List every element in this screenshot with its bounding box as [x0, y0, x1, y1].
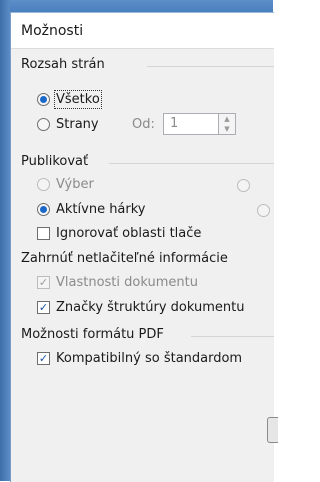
- ok-button[interactable]: [267, 417, 278, 443]
- spin-down-icon[interactable]: ▼: [219, 124, 235, 134]
- window-title-strip: [0, 0, 273, 12]
- options-dialog: Možnosti Rozsah strán Všetko Strany Od: …: [10, 12, 278, 482]
- struct-tags-option[interactable]: ✓ Značky štruktúry dokumentu: [37, 300, 244, 315]
- pdf-compatible-option[interactable]: ✓ Kompatibilný so štandardom: [37, 351, 242, 366]
- publish-selection-option[interactable]: Výber: [37, 177, 94, 192]
- range-divider: [147, 66, 274, 67]
- range-all-label: Všetko: [54, 90, 102, 109]
- publish-heading: Publikovať: [21, 154, 89, 169]
- pdf-compatible-label: Kompatibilný so štandardom: [56, 351, 243, 366]
- publish-selection-radio[interactable]: [37, 178, 50, 191]
- ignore-print-areas-label: Ignorovať oblasti tlače: [56, 226, 202, 241]
- range-from-label: Od:: [132, 117, 155, 132]
- pdf-heading: Možnosti formátu PDF: [21, 327, 164, 342]
- nonprint-heading: Zahrnúť netlačiteľné informácie: [21, 251, 228, 266]
- ignore-print-areas-option[interactable]: Ignorovať oblasti tlače: [37, 226, 201, 241]
- publish-active-sheets-label: Aktívne hárky: [56, 202, 146, 217]
- range-heading: Rozsah strán: [21, 57, 105, 72]
- range-pages-option[interactable]: Strany: [37, 117, 99, 132]
- ignore-print-areas-checkbox[interactable]: [37, 227, 50, 240]
- publish-selection-label: Výber: [56, 177, 94, 192]
- doc-props-option[interactable]: ✓ Vlastnosti dokumentu: [37, 275, 198, 290]
- pdf-compatible-checkbox[interactable]: ✓: [37, 352, 50, 365]
- range-from-input[interactable]: 1: [163, 113, 219, 135]
- window-frame: [0, 0, 10, 481]
- range-pages-label: Strany: [56, 117, 99, 132]
- publish-table-radio[interactable]: [257, 204, 270, 217]
- pdf-divider: [191, 336, 274, 337]
- doc-props-label: Vlastnosti dokumentu: [56, 275, 198, 290]
- spin-up-icon[interactable]: ▲: [219, 114, 235, 124]
- publish-active-sheets-radio[interactable]: [37, 203, 50, 216]
- range-all-option[interactable]: Všetko: [37, 90, 102, 109]
- publish-divider: [109, 163, 274, 164]
- dialog-title: Možnosti: [11, 13, 274, 49]
- struct-tags-checkbox[interactable]: ✓: [37, 301, 50, 314]
- range-from-spinner[interactable]: ▲ ▼: [219, 113, 236, 135]
- doc-props-checkbox[interactable]: ✓: [37, 276, 50, 289]
- range-pages-radio[interactable]: [37, 118, 50, 131]
- publish-active-sheets-option[interactable]: Aktívne hárky: [37, 202, 146, 217]
- range-all-radio[interactable]: [37, 93, 50, 106]
- publish-workbook-radio[interactable]: [237, 179, 250, 192]
- struct-tags-label: Značky štruktúry dokumentu: [56, 300, 245, 315]
